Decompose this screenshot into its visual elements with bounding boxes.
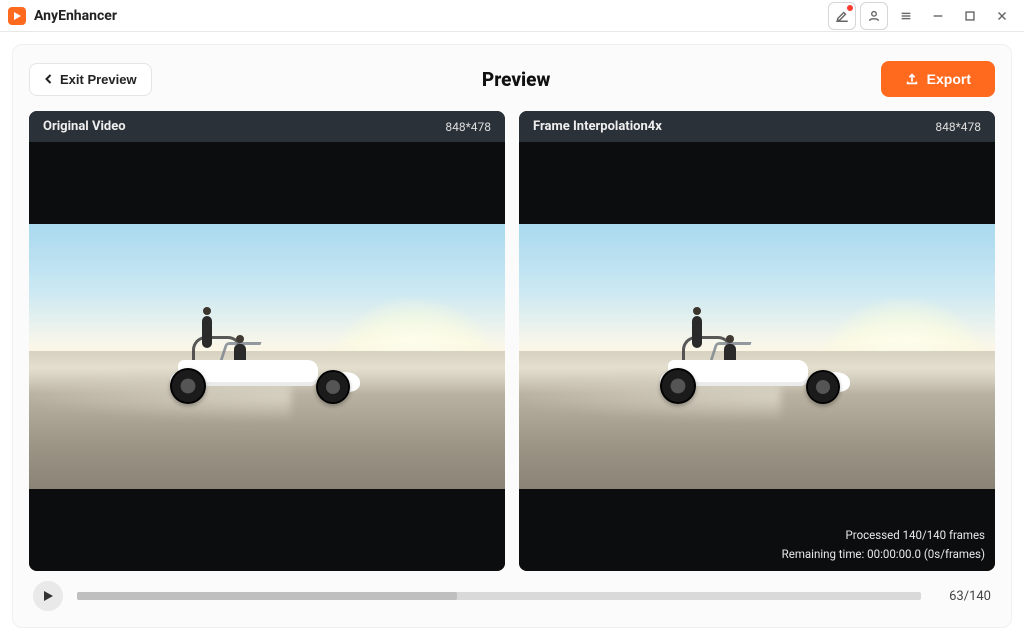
remaining-time-text: Remaining time: 00:00:00.0 (0s/frames): [782, 545, 985, 563]
original-pane-header: Original Video 848*478: [29, 111, 505, 142]
preview-toolbar: Exit Preview Preview Export: [29, 61, 995, 97]
video-frame-image: [29, 224, 505, 490]
page-title: Preview: [152, 68, 881, 91]
app-logo: [8, 7, 26, 25]
exit-preview-label: Exit Preview: [60, 72, 137, 87]
content: Exit Preview Preview Export Original Vid…: [0, 32, 1024, 640]
window-minimize-icon[interactable]: [924, 2, 952, 30]
original-pane-title: Original Video: [43, 119, 126, 134]
playbar: 63/140: [29, 571, 995, 611]
original-video-pane: Original Video 848*478: [29, 111, 505, 571]
window-close-icon[interactable]: [988, 2, 1016, 30]
seek-track[interactable]: [77, 592, 921, 600]
processing-stats: Processed 140/140 frames Remaining time:…: [782, 526, 985, 563]
export-icon: [905, 72, 919, 86]
enhanced-pane-resolution: 848*478: [935, 120, 981, 134]
preview-card: Exit Preview Preview Export Original Vid…: [12, 44, 1012, 628]
titlebar: AnyEnhancer: [0, 0, 1024, 32]
video-frame-image: [519, 224, 995, 490]
original-pane-resolution: 848*478: [445, 120, 491, 134]
chevron-left-icon: [44, 74, 54, 84]
menu-icon[interactable]: [892, 2, 920, 30]
enhanced-video-pane: Frame Interpolation4x 848*478 Processed …: [519, 111, 995, 571]
play-button[interactable]: [33, 581, 63, 611]
exit-preview-button[interactable]: Exit Preview: [29, 63, 152, 96]
seek-progress: [77, 592, 457, 600]
compare-panes: Original Video 848*478: [29, 111, 995, 571]
play-icon: [42, 590, 54, 602]
enhanced-video-viewport[interactable]: Processed 140/140 frames Remaining time:…: [519, 142, 995, 571]
window-maximize-icon[interactable]: [956, 2, 984, 30]
edit-icon[interactable]: [828, 2, 856, 30]
processed-frames-text: Processed 140/140 frames: [782, 526, 985, 544]
app-name: AnyEnhancer: [34, 8, 117, 24]
enhanced-pane-header: Frame Interpolation4x 848*478: [519, 111, 995, 142]
enhanced-pane-title: Frame Interpolation4x: [533, 119, 662, 134]
export-label: Export: [927, 71, 971, 87]
notification-dot: [847, 5, 853, 11]
export-button[interactable]: Export: [881, 61, 995, 97]
original-video-viewport[interactable]: [29, 142, 505, 571]
frame-counter: 63/140: [935, 589, 991, 604]
account-icon[interactable]: [860, 2, 888, 30]
